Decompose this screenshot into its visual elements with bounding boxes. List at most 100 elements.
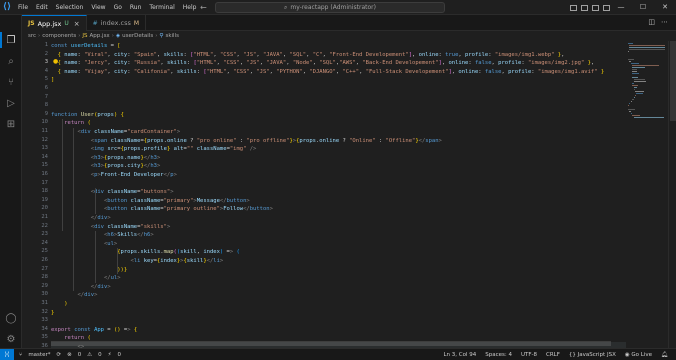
warning-count[interactable]: 0 <box>98 352 102 358</box>
active-indicator <box>0 32 2 48</box>
code-line[interactable]: { name: "Vijay", city: "Califonia", skil… <box>51 68 605 77</box>
minimap-line <box>632 83 634 84</box>
code-line[interactable]: </ul> <box>51 274 121 283</box>
breadcrumb-item[interactable]: skills <box>165 33 179 39</box>
window-controls: — ☐ ✕ <box>610 0 676 15</box>
code-line[interactable]: export const App = () => { <box>51 326 137 335</box>
menu-go[interactable]: Go <box>110 0 126 15</box>
code-line[interactable]: } <box>51 309 54 318</box>
back-arrow-icon[interactable]: ← <box>200 3 207 12</box>
explorer-icon[interactable]: ❐ <box>4 33 18 47</box>
line-number: 29 <box>41 282 48 289</box>
menu-help[interactable]: Help <box>179 0 201 15</box>
code-area[interactable]: const userDetails = [ { name: "Viral", c… <box>51 41 626 348</box>
menu-selection[interactable]: Selection <box>52 0 88 15</box>
toggle-sidebar-icon[interactable] <box>570 4 577 11</box>
breadcrumb-item[interactable]: App.jsx <box>90 33 110 39</box>
extensions-icon[interactable]: ⊞ <box>4 117 18 131</box>
code-line[interactable]: <h3>{props.city}</h3> <box>51 162 161 171</box>
tab-status: U <box>64 20 69 27</box>
tab-index-css[interactable]: # index.css M <box>87 15 147 31</box>
encoding[interactable]: UTF-8 <box>521 352 537 358</box>
code-line[interactable]: <button className="primary outline">Foll… <box>51 205 273 214</box>
minimap-line <box>632 69 638 70</box>
go-live-button[interactable]: ◉ Go Live <box>625 352 652 358</box>
code-line[interactable]: <p>Front-End Developer</p> <box>51 171 177 180</box>
menu-file[interactable]: File <box>14 0 32 15</box>
remote-indicator-icon[interactable]: ⟩⟨ <box>0 348 14 360</box>
editor-tabs: JS App.jsx U × # index.css M <box>22 15 676 31</box>
line-number: 28 <box>41 274 48 281</box>
code-line[interactable]: <div className="skills"> <box>51 223 171 232</box>
menu-run[interactable]: Run <box>126 0 146 15</box>
customize-layout-icon[interactable] <box>603 4 610 11</box>
code-line[interactable]: </div> <box>51 291 98 300</box>
search-view-icon[interactable]: ⌕ <box>4 54 18 68</box>
toggle-panel-icon[interactable] <box>581 4 588 11</box>
menu-view[interactable]: View <box>87 0 109 15</box>
run-debug-icon[interactable]: ▷ <box>4 96 18 110</box>
code-line[interactable]: </div> <box>51 283 111 292</box>
menu-terminal[interactable]: Terminal <box>145 0 178 15</box>
maximize-icon[interactable]: ☐ <box>632 0 654 15</box>
code-line[interactable]: <img src={props.profile} alt="" classNam… <box>51 145 257 154</box>
code-line[interactable]: </div> <box>51 214 111 223</box>
code-line[interactable]: <div className="cardContainer"> <box>51 128 181 137</box>
cursor-position[interactable]: Ln 3, Col 94 <box>443 352 476 358</box>
ports-icon: ⚡ <box>107 351 112 358</box>
chevron-right-icon: › <box>78 33 81 39</box>
breadcrumb-item[interactable]: userDetails <box>122 33 153 39</box>
close-icon[interactable]: × <box>74 20 80 28</box>
tab-app-jsx[interactable]: JS App.jsx U × <box>22 15 87 31</box>
code-line[interactable]: <span className={props.online ? "pro onl… <box>51 137 442 146</box>
vertical-scrollbar[interactable] <box>668 41 676 348</box>
branch-name[interactable]: master* <box>28 352 50 358</box>
source-control-icon[interactable]: ⑂ <box>4 75 18 89</box>
line-ending[interactable]: CRLF <box>546 352 560 358</box>
code-line[interactable]: return ( <box>51 119 91 128</box>
code-line[interactable]: <button className="primary">Message</but… <box>51 197 250 206</box>
code-line[interactable]: const userDetails = [ <box>51 42 121 51</box>
minimap[interactable] <box>628 41 668 141</box>
code-line[interactable]: function User(props) { <box>51 111 124 120</box>
ports-count[interactable]: 0 <box>118 352 122 358</box>
minimize-icon[interactable]: — <box>610 0 632 15</box>
error-count[interactable]: 0 <box>78 352 82 358</box>
code-line[interactable]: <li key={index}>{skill}</li> <box>51 257 223 266</box>
language-mode[interactable]: {} JavaScript JSX <box>569 352 616 358</box>
code-line[interactable]: {props.skills.map((skill, index) => ( <box>51 248 240 257</box>
indent-guide <box>95 231 96 283</box>
code-line[interactable]: <h3>{props.name}</h3> <box>51 154 161 163</box>
code-line[interactable]: ) <box>51 300 67 309</box>
menu-edit[interactable]: Edit <box>32 0 52 15</box>
breadcrumb-item[interactable]: components <box>42 33 76 39</box>
code-line[interactable]: { name: "Jercy", city: "Russia", skills:… <box>51 59 595 68</box>
code-line[interactable]: <div className="buttons"> <box>51 188 174 197</box>
scrollbar-thumb[interactable] <box>670 41 676 121</box>
horizontal-scrollbar[interactable] <box>51 341 611 346</box>
minimap-line <box>632 67 645 68</box>
code-editor[interactable]: 1 2 3 4 5 6 7 8 9 10 11 12 13 14 15 16 17 18 19 20 21 22 23 24 2… <box>22 41 676 348</box>
vscode-logo-icon: ⟨⟩ <box>2 2 12 12</box>
indentation[interactable]: Spaces: 4 <box>485 352 512 358</box>
account-icon[interactable]: ◯ <box>4 311 18 325</box>
code-line[interactable]: { name: "Viral", city: "Spain", skills: … <box>51 51 565 60</box>
code-line[interactable]: <ul> <box>51 240 117 249</box>
code-line[interactable]: ] <box>51 76 54 85</box>
settings-gear-icon[interactable]: ⚙ <box>4 332 18 346</box>
split-editor-icon[interactable]: ◫ <box>648 18 655 26</box>
activity-bar: ❐ ⌕ ⑂ ▷ ⊞ ◯ ⚙ <box>0 15 22 348</box>
breadcrumb-item[interactable]: src <box>28 33 36 39</box>
code-line[interactable]: ))} <box>51 266 127 275</box>
minimap-line <box>630 101 633 102</box>
close-window-icon[interactable]: ✕ <box>654 0 676 15</box>
code-line[interactable]: <h6>Skills</h6> <box>51 231 154 240</box>
bell-icon[interactable]: 🔔︎ <box>661 352 668 358</box>
toggle-secondary-sidebar-icon[interactable] <box>592 4 599 11</box>
css-file-icon: # <box>92 19 98 27</box>
indent-guide <box>95 188 96 214</box>
minimap-line <box>632 85 639 86</box>
command-center[interactable]: ⌕ my-reactapp (Administrator) <box>215 2 445 13</box>
more-actions-icon[interactable]: ⋯ <box>661 18 668 26</box>
sync-icon[interactable]: ⟳ <box>56 352 61 358</box>
